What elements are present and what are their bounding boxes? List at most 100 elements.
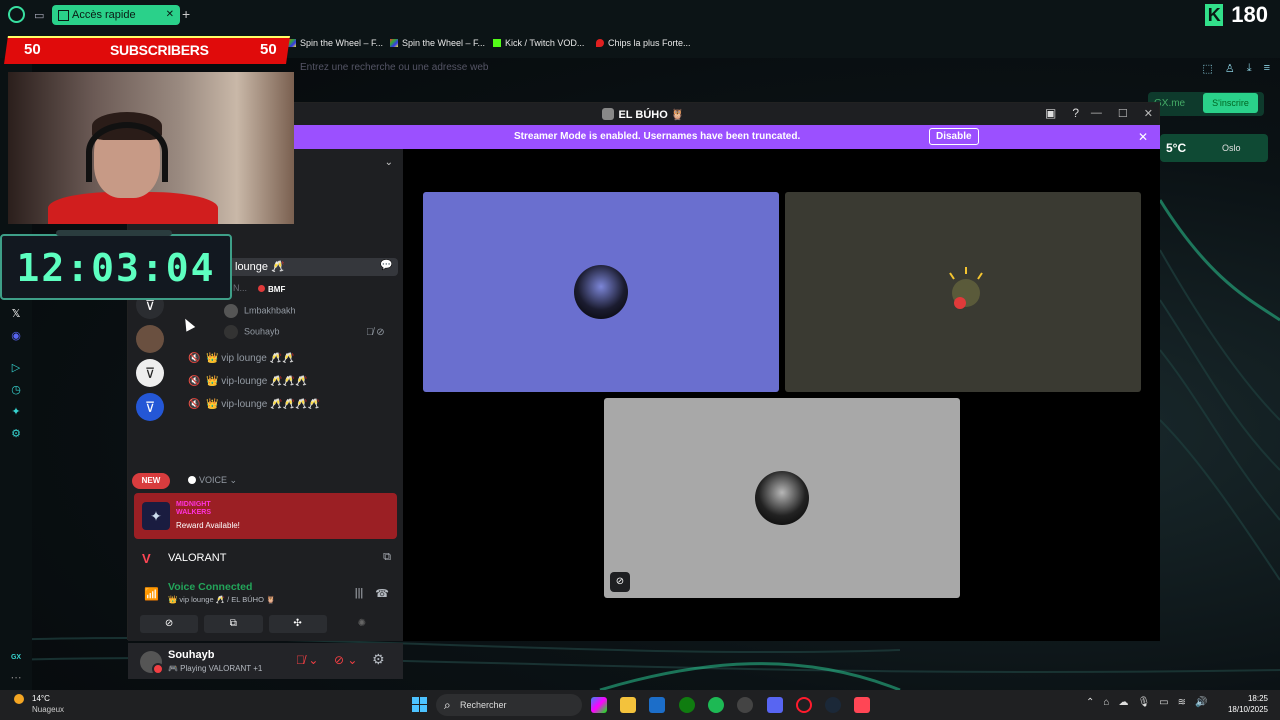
animated-avatar-icon — [949, 267, 983, 309]
reward-banner[interactable]: ✦ MIDNIGHT WALKERS Reward Available! — [134, 493, 397, 539]
discord-taskbar-icon[interactable] — [767, 697, 783, 713]
snapshot-icon[interactable]: ⬚ — [1202, 62, 1212, 75]
kick-logo-icon: K — [1205, 4, 1224, 26]
voice-channel-vip-lounge[interactable]: 🔇 👑 vip lounge 🥂🥂 — [188, 353, 295, 364]
participant-tile-2[interactable] — [785, 192, 1141, 392]
avatar[interactable] — [140, 651, 164, 675]
download-icon[interactable]: ⤓ — [1247, 62, 1252, 75]
voice-connected-label[interactable]: Voice Connected — [168, 581, 252, 593]
tab-quick-access[interactable]: Accès rapide ✕ — [52, 5, 180, 25]
activities-button[interactable]: ✣ — [268, 615, 327, 633]
bookmark-spin-wheel-1[interactable]: Spin the Wheel – F... — [288, 38, 383, 48]
store-icon[interactable] — [649, 697, 665, 713]
participant-tile-1[interactable] — [423, 192, 779, 392]
bookmark-spin-wheel-2[interactable]: Spin the Wheel – F... — [390, 38, 485, 48]
microphone-icon[interactable]: 🎙 — [1137, 697, 1150, 708]
voice-user-souhayb[interactable]: Souhayb — [224, 325, 280, 339]
voice-controls-row: ⊘ ⧉ ✣ ✺ — [134, 615, 397, 633]
voice-channel-vip-lounge-2[interactable]: 🔇 👑 vip-lounge 🥂🥂🥂 — [188, 376, 308, 387]
chat-bubble-icon[interactable]: 💬 — [380, 260, 392, 271]
help-icon[interactable]: ? — [1072, 106, 1079, 120]
gear-icon[interactable]: ⚙ — [372, 651, 385, 668]
inbox-icon[interactable]: ▣ — [1045, 106, 1056, 120]
close-banner-icon[interactable]: ✕ — [1138, 130, 1148, 144]
voice-actions: ||| ☎ — [355, 587, 389, 600]
truncated-user: N... — [233, 283, 248, 293]
share-screen-button[interactable]: ⧉ — [204, 615, 263, 633]
discord-icon[interactable]: ◉ — [10, 330, 22, 342]
valorant-taskbar-icon[interactable] — [854, 697, 870, 713]
voice-location[interactable]: 👑 vip lounge 🥂 / EL BÚHO 🦉 — [168, 595, 275, 604]
username[interactable]: Souhayb — [168, 649, 214, 661]
new-badge: NEW — [132, 473, 170, 489]
start-button[interactable] — [412, 697, 427, 712]
taskbar-search[interactable]: Rechercher — [436, 694, 582, 716]
settings-icon[interactable]: ⚙ — [10, 428, 22, 440]
opera-gx-logo-icon[interactable] — [8, 6, 25, 23]
mic-muted-icon[interactable]: 🎙̸ ⌄ — [296, 653, 318, 667]
close-icon[interactable]: ✕ — [166, 5, 174, 25]
minimize-icon[interactable]: — — [1091, 107, 1102, 120]
more-icon[interactable]: ⋯ — [10, 672, 22, 684]
signal-icon[interactable]: 📶 — [144, 587, 159, 601]
server-icon-4[interactable]: ⊽ — [136, 393, 164, 421]
player-icon[interactable]: ▷ — [10, 362, 22, 374]
soundboard-button[interactable]: ✺ — [333, 615, 391, 633]
webcam-overlay — [8, 72, 294, 224]
opera-gx-taskbar-icon[interactable] — [796, 697, 812, 713]
voice-category[interactable]: VOICE ⌄ — [188, 475, 237, 486]
chevron-up-icon[interactable]: ⌃ — [1086, 697, 1094, 708]
voice-connection-panel: 📶 Voice Connected 👑 vip lounge 🥂 / EL BÚ… — [134, 579, 397, 609]
avatar — [936, 265, 990, 319]
volume-icon[interactable]: 🔊 — [1195, 697, 1207, 708]
date-value: 18/10/2025 — [1227, 705, 1268, 714]
browser-tabbar: ▭ Accès rapide ✕ + K 180 — [0, 0, 1280, 30]
account-icon[interactable]: ♙ — [1225, 62, 1235, 75]
server-icon — [602, 108, 615, 120]
titlebar-tools: ▣ ? — [1045, 106, 1079, 120]
bookmark-chips[interactable]: Chips la plus Forte... — [596, 38, 691, 48]
headphones-muted-icon[interactable]: ⊘ ⌄ — [334, 653, 357, 667]
voice-user-lmbakhbakh[interactable]: Lmbakhbakh — [224, 304, 296, 318]
server-icon-3[interactable]: ⊽ — [136, 359, 164, 387]
taskbar-weather-temp: 14°C — [32, 694, 50, 703]
server-icon-2[interactable] — [136, 325, 164, 353]
history-icon[interactable]: ◷ — [10, 384, 22, 396]
cloud-icon[interactable]: ☁ — [1118, 697, 1128, 708]
weather-sun-icon — [14, 694, 24, 704]
steam-icon[interactable] — [825, 697, 841, 713]
disconnect-icon[interactable]: ☎ — [375, 587, 389, 600]
clock[interactable]: 18:25 18/10/2025 — [1226, 693, 1268, 715]
maximize-icon[interactable]: ☐ — [1118, 107, 1128, 120]
kick-counter: K 180 — [1205, 2, 1268, 28]
close-icon[interactable]: ✕ — [1144, 107, 1153, 120]
subscribe-button[interactable]: S'inscrire — [1203, 93, 1258, 113]
tab-manager-icon[interactable]: ▭ — [34, 9, 44, 22]
spotify-icon[interactable] — [708, 697, 724, 713]
network-icon[interactable]: ⌂ — [1103, 697, 1109, 708]
participant-tile-3[interactable]: ⊘ — [604, 398, 960, 598]
speaker-muted-icon: 🔇 — [188, 399, 201, 410]
muted-deafened-icon: 🎙̸ ⊘ — [366, 327, 385, 338]
camera-off-button[interactable]: ⊘ — [140, 615, 199, 633]
headset-icon — [86, 122, 168, 182]
copilot-icon[interactable] — [591, 697, 607, 713]
xbox-icon[interactable] — [679, 697, 695, 713]
screen-share-icon[interactable]: ⧉ — [383, 551, 391, 564]
obs-icon[interactable] — [737, 697, 753, 713]
streamer-mode-banner: Streamer Mode is enabled. Usernames have… — [294, 125, 1160, 149]
channel-lounge[interactable]: lounge 🥂 — [235, 260, 285, 273]
noise-suppression-icon[interactable]: ||| — [355, 587, 364, 600]
display-icon[interactable]: ▭ — [1159, 697, 1168, 708]
voice-channel-vip-lounge-3[interactable]: 🔇 👑 vip-lounge 🥂🥂🥂🥂 — [188, 399, 320, 410]
disable-button[interactable]: Disable — [929, 128, 979, 145]
file-explorer-icon[interactable] — [620, 697, 636, 713]
wifi-icon[interactable]: ≋ — [1178, 697, 1186, 708]
x-twitter-icon[interactable]: 𝕏 — [10, 308, 22, 320]
avatar — [755, 471, 809, 525]
bookmark-kick-twitch-vod[interactable]: Kick / Twitch VOD... — [493, 38, 584, 48]
address-placeholder[interactable]: Entrez une recherche ou une adresse web — [300, 62, 488, 73]
menu-icon[interactable]: ≡ — [1264, 62, 1270, 75]
extensions-icon[interactable]: ✦ — [10, 406, 22, 418]
new-tab-button[interactable]: + — [182, 6, 190, 22]
